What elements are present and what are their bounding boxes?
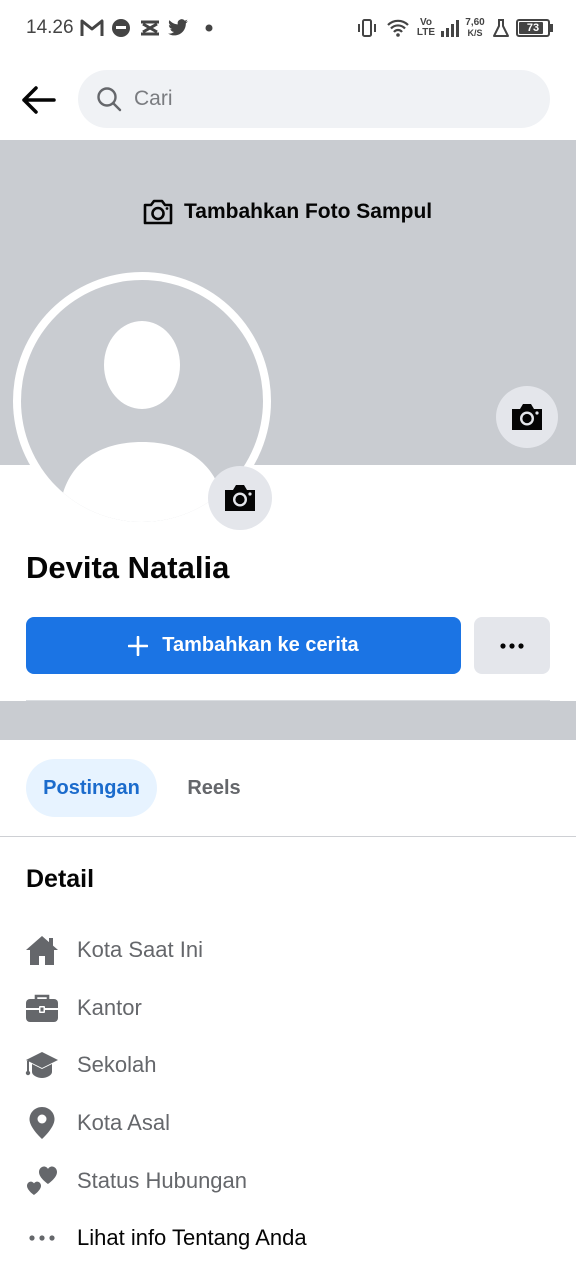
briefcase-icon bbox=[24, 990, 60, 1026]
battery-tip bbox=[550, 24, 553, 32]
vibrate-icon bbox=[355, 16, 379, 40]
detail-row-relationship[interactable]: Status Hubungan bbox=[24, 1161, 544, 1201]
network-speed-value: 7,60 bbox=[465, 17, 485, 28]
network-speed-unit: K/S bbox=[467, 28, 483, 38]
detail-row-current-city[interactable]: Kota Saat Ini bbox=[24, 930, 544, 970]
search-icon bbox=[97, 87, 122, 112]
network-type-bottom: LTE bbox=[416, 27, 436, 38]
wifi-icon bbox=[385, 16, 411, 40]
detail-row-workplace[interactable]: Kantor bbox=[24, 988, 544, 1028]
tab-posts-label: Postingan bbox=[43, 776, 140, 799]
home-icon bbox=[24, 932, 60, 968]
more-dots-icon bbox=[24, 1220, 60, 1256]
add-cover-photo-button[interactable]: Tambahkan Foto Sampul bbox=[142, 195, 432, 229]
notification-dot-icon bbox=[203, 16, 215, 40]
battery-icon: 73 bbox=[516, 19, 550, 37]
tab-posts[interactable]: Postingan bbox=[26, 759, 157, 817]
status-bar: 14.26 Vo LTE 7,60 K/S 73 bbox=[0, 0, 576, 58]
detail-label: Kota Saat Ini bbox=[77, 937, 203, 962]
flask-icon bbox=[490, 16, 512, 40]
battery-percent: 73 bbox=[526, 22, 540, 34]
tab-reels-label: Reels bbox=[187, 776, 241, 799]
network-speed: 7,60 K/S bbox=[463, 17, 487, 39]
detail-row-hometown[interactable]: Kota Asal bbox=[24, 1103, 544, 1143]
more-options-button[interactable] bbox=[474, 617, 550, 674]
graduation-cap-icon bbox=[24, 1047, 60, 1083]
plus-icon bbox=[128, 635, 149, 656]
search-input[interactable] bbox=[134, 70, 524, 128]
camera-icon bbox=[143, 199, 173, 225]
signal-icon bbox=[439, 16, 461, 40]
detail-label: Kantor bbox=[77, 995, 142, 1020]
detail-label: Kota Asal bbox=[77, 1110, 170, 1135]
section-separator bbox=[0, 701, 576, 740]
edit-profile-picture-button[interactable] bbox=[208, 466, 272, 530]
back-button[interactable] bbox=[16, 78, 60, 122]
detail-label: Sekolah bbox=[77, 1052, 157, 1077]
divider bbox=[0, 836, 576, 837]
tab-reels[interactable]: Reels bbox=[166, 759, 262, 817]
add-to-story-button[interactable]: Tambahkan ke cerita bbox=[26, 617, 461, 674]
back-arrow-icon bbox=[22, 86, 56, 114]
details-title: Detail bbox=[26, 865, 95, 893]
chat-icon bbox=[109, 16, 133, 40]
add-to-story-label: Tambahkan ke cerita bbox=[162, 634, 359, 656]
camera-icon bbox=[512, 404, 542, 430]
status-time: 14.26 bbox=[26, 17, 74, 38]
twitter-icon bbox=[166, 16, 190, 40]
hearts-icon bbox=[24, 1163, 60, 1199]
detail-label: Lihat info Tentang Anda bbox=[77, 1225, 307, 1250]
gmail-icon bbox=[79, 16, 105, 40]
profile-name: Devita Natalia bbox=[26, 550, 230, 585]
network-type: Vo LTE bbox=[415, 18, 437, 38]
camera-icon bbox=[225, 485, 255, 511]
search-bar[interactable] bbox=[78, 70, 550, 128]
add-cover-photo-label: Tambahkan Foto Sampul bbox=[184, 200, 433, 223]
see-about-info-link[interactable]: Lihat info Tentang Anda bbox=[24, 1218, 544, 1258]
location-pin-icon bbox=[24, 1105, 60, 1141]
detail-row-school[interactable]: Sekolah bbox=[24, 1045, 544, 1085]
edit-cover-camera-button[interactable] bbox=[496, 386, 558, 448]
capcut-icon bbox=[138, 16, 162, 40]
more-dots-icon bbox=[500, 642, 524, 649]
detail-label: Status Hubungan bbox=[77, 1168, 248, 1193]
